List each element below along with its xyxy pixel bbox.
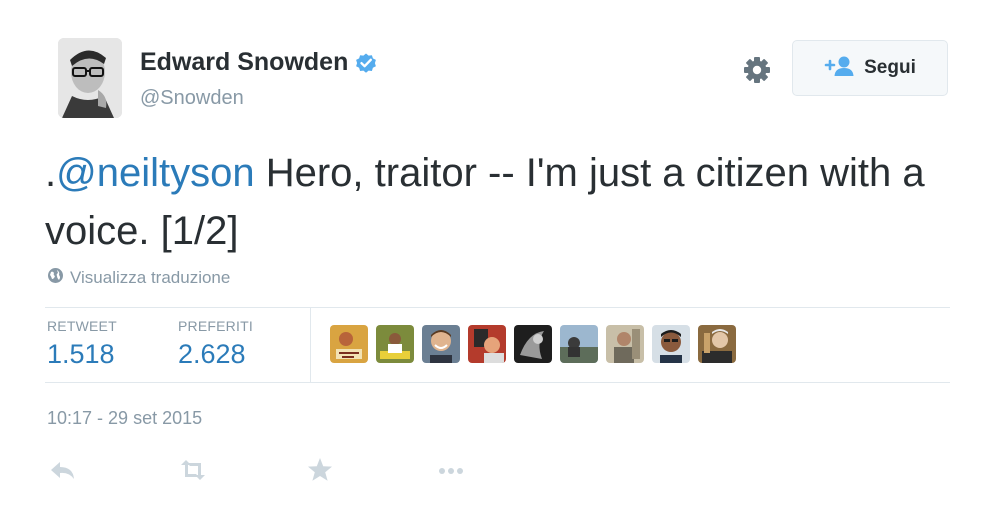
retweets-label: RETWEET [47, 318, 117, 334]
retweet-icon[interactable] [176, 455, 210, 485]
divider-top [45, 307, 950, 308]
favoriters-list [330, 325, 744, 363]
favoriter-avatar[interactable] [376, 325, 414, 363]
user-name-row[interactable]: Edward Snowden [140, 48, 378, 77]
user-name[interactable]: Edward Snowden [140, 48, 348, 77]
favorites-count: 2.628 [178, 339, 246, 369]
view-translation-label: Visualizza traduzione [70, 268, 231, 287]
retweets-stat[interactable]: RETWEET 1.518 [47, 318, 117, 370]
favorites-label: PREFERITI [178, 318, 253, 334]
favoriter-avatar[interactable] [652, 325, 690, 363]
divider-bottom [45, 382, 950, 383]
avatar[interactable] [58, 38, 122, 118]
favorites-stat[interactable]: PREFERITI 2.628 [178, 318, 253, 370]
favoriter-avatar[interactable] [560, 325, 598, 363]
favoriter-avatar[interactable] [330, 325, 368, 363]
favorite-star-icon[interactable] [303, 455, 337, 485]
user-handle[interactable]: @Snowden [140, 87, 244, 110]
mention-link[interactable]: @neiltyson [56, 151, 254, 195]
retweets-count: 1.518 [47, 339, 115, 369]
favoriter-avatar[interactable] [606, 325, 644, 363]
favoriter-avatar[interactable] [514, 325, 552, 363]
more-dots-icon[interactable] [435, 455, 469, 485]
tweet-text: .@neiltyson Hero, traitor -- I'm just a … [45, 144, 955, 260]
favoriter-avatar[interactable] [468, 325, 506, 363]
favoriter-avatar[interactable] [422, 325, 460, 363]
view-translation-link[interactable]: Visualizza traduzione [47, 267, 230, 289]
favoriter-avatar[interactable] [698, 325, 736, 363]
tweet-timestamp[interactable]: 10:17 - 29 set 2015 [47, 408, 202, 429]
follow-button[interactable]: Segui [792, 40, 948, 96]
add-user-icon [824, 55, 854, 82]
reply-icon[interactable] [47, 455, 81, 485]
globe-icon [47, 267, 64, 289]
gear-icon[interactable] [742, 55, 772, 85]
stats-divider [310, 308, 311, 382]
verified-badge-icon [354, 51, 378, 75]
follow-label: Segui [864, 57, 916, 78]
tweet-prefix: . [45, 151, 57, 195]
